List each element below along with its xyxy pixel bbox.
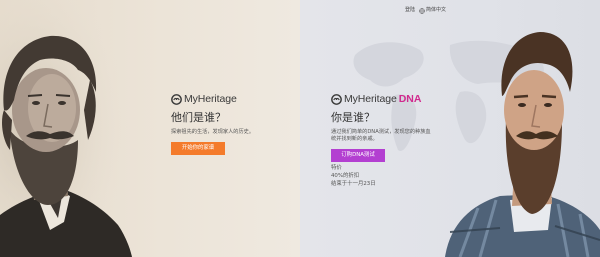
left-heading: 他们是谁？ [171, 111, 226, 124]
right-heading: 你是谁？ [331, 111, 375, 124]
left-description: 探索祖先的生活，发现家人的历史。 [171, 129, 255, 135]
order-dna-test-button[interactable]: 订购DNA测试 [331, 149, 385, 162]
left-panel: MyHeritage 他们是谁？ 探索祖先的生活，发现家人的历史。 开始你的家谱 [0, 0, 300, 257]
language-selector[interactable]: 简体中文 [419, 7, 446, 14]
special-offer: 特价 40%的折扣 结束于十一月23日 [331, 164, 471, 188]
family-tree-promo: MyHeritage 他们是谁？ 探索祖先的生活，发现家人的历史。 开始你的家谱 [171, 93, 296, 155]
offer-discount: 40%的折扣 [331, 173, 360, 179]
myheritage-dna-logo: MyHeritage DNA [331, 93, 471, 105]
myheritage-logo: MyHeritage [171, 93, 296, 105]
globe-icon [419, 7, 425, 14]
offer-title: 特价 [331, 165, 342, 171]
right-description: 通过我们简单的DNA测试，发现您的种族血 统并找到新的亲戚。 [331, 129, 471, 143]
language-label: 简体中文 [426, 7, 447, 13]
myheritage-logo-icon [171, 93, 182, 105]
right-description-line-2: 统并找到新的亲戚。 [331, 136, 378, 142]
start-family-tree-button[interactable]: 开始你的家谱 [171, 142, 225, 155]
myheritage-logo-icon [331, 93, 342, 105]
brand-name: MyHeritage [184, 93, 237, 105]
dna-promo: MyHeritage DNA 你是谁？ 通过我们简单的DNA测试，发现您的种族血 … [331, 93, 471, 188]
brand-name: MyHeritage [344, 93, 397, 105]
right-description-line-1: 通过我们简单的DNA测试，发现您的种族血 [331, 129, 431, 135]
right-panel: MyHeritage DNA 你是谁？ 通过我们简单的DNA测试，发现您的种族血 … [300, 0, 600, 257]
brand-dna-suffix: DNA [398, 93, 422, 105]
offer-end-date: 结束于十一月23日 [331, 181, 376, 187]
login-link[interactable]: 登陆 [405, 7, 415, 14]
